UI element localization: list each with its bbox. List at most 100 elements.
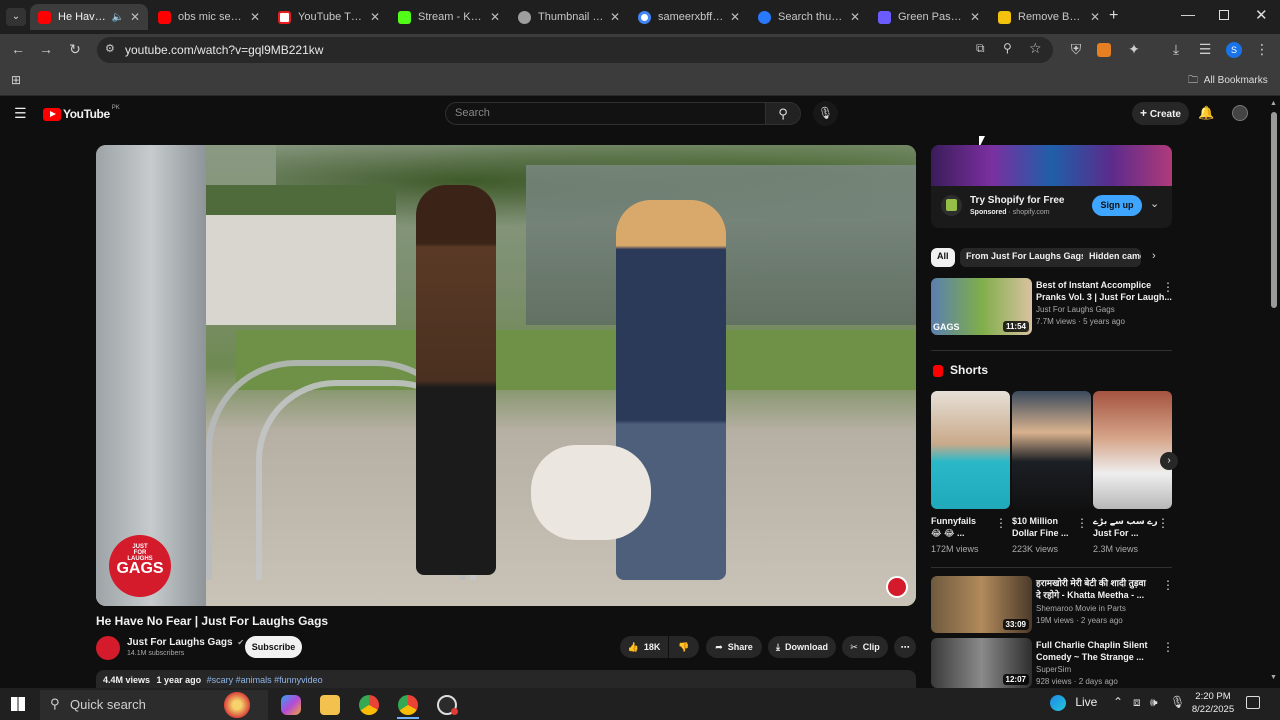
more-actions-button[interactable]: ⋯ xyxy=(894,636,916,658)
like-button[interactable]: 👍 18K xyxy=(620,636,668,658)
search-input[interactable]: Search xyxy=(445,102,765,125)
channel-branding-icon[interactable] xyxy=(886,576,908,598)
recommended-channel[interactable]: Just For Laughs Gags xyxy=(1036,304,1115,315)
short-title[interactable]: تمہارے سب سے بڑے...| Just For ... xyxy=(1093,515,1157,539)
sponsored-ad-card[interactable]: Try Shopify for Free Sponsored · shopify… xyxy=(931,145,1172,228)
chip-all[interactable]: All xyxy=(931,248,955,267)
tab-close-icon[interactable]: ✕ xyxy=(130,10,140,24)
browser-tab[interactable]: Green Passive ✕ xyxy=(870,4,988,30)
bookmark-star-icon[interactable]: ☆ xyxy=(1029,40,1042,57)
account-avatar[interactable] xyxy=(1232,105,1248,121)
taskbar-search-input[interactable]: ⚲ Quick search xyxy=(40,690,268,720)
forward-icon[interactable]: → xyxy=(36,41,56,57)
browser-tab[interactable]: obs mic settin ✕ xyxy=(150,4,268,30)
chrome-menu-icon[interactable]: ⋮ xyxy=(1252,41,1272,58)
extensions-puzzle-icon[interactable]: ✦ xyxy=(1124,41,1144,58)
recommended-title[interactable]: Full Charlie Chaplin Silent Comedy ~ The… xyxy=(1036,639,1148,663)
tray-chevron-icon[interactable]: ⌃ xyxy=(1113,695,1123,709)
search-button[interactable]: ⚲ xyxy=(765,102,801,125)
scroll-down-arrow-icon[interactable]: ▼ xyxy=(1270,674,1277,681)
download-icon[interactable]: ⤓ xyxy=(1166,41,1186,58)
subscribe-button[interactable]: Subscribe xyxy=(245,636,302,658)
more-vertical-icon[interactable]: ⋮ xyxy=(1076,516,1088,530)
apps-grid-icon[interactable]: ⊞ xyxy=(6,73,26,87)
all-bookmarks-button[interactable]: 🗀 All Bookmarks xyxy=(1188,73,1268,90)
tab-close-icon[interactable]: ✕ xyxy=(970,10,980,24)
clock[interactable]: 2:20 PM 8/22/2025 xyxy=(1186,690,1240,716)
tab-close-icon[interactable]: ✕ xyxy=(370,10,380,24)
hamburger-menu-icon[interactable]: ☰ xyxy=(14,105,27,122)
short-thumbnail[interactable] xyxy=(1093,391,1172,509)
browser-tab[interactable]: sameerxbff - G ✕ xyxy=(630,4,748,30)
tab-close-icon[interactable]: ✕ xyxy=(250,10,260,24)
minimize-icon[interactable]: — xyxy=(1181,6,1195,22)
tab-close-icon[interactable]: ✕ xyxy=(610,10,620,24)
weather-widget[interactable]: Live xyxy=(1050,695,1097,711)
recommended-channel[interactable]: Shemaroo Movie in Parts xyxy=(1036,603,1126,614)
browser-tab[interactable]: Search thumb ✕ xyxy=(750,4,868,30)
youtube-logo[interactable]: YouTube PK xyxy=(43,105,120,121)
tab-close-icon[interactable]: ✕ xyxy=(490,10,500,24)
share-button[interactable]: ➦ Share xyxy=(706,636,762,658)
shield-extension-icon[interactable]: ⛨ xyxy=(1066,41,1086,58)
recommended-thumbnail[interactable]: 12:07 xyxy=(931,638,1032,688)
create-button[interactable]: + Create xyxy=(1132,102,1189,125)
new-tab-icon[interactable]: + xyxy=(1109,7,1118,25)
recommended-title[interactable]: Best of Instant Accomplice Pranks Vol. 3… xyxy=(1036,279,1172,303)
more-vertical-icon[interactable]: ⋮ xyxy=(1162,280,1174,294)
site-info-icon[interactable]: ⚙ xyxy=(105,42,115,55)
tab-close-icon[interactable]: ✕ xyxy=(850,10,860,24)
more-vertical-icon[interactable]: ⋮ xyxy=(1162,640,1174,654)
network-icon[interactable]: ⧈ xyxy=(1133,695,1141,710)
shorts-next-button[interactable]: › xyxy=(1160,452,1178,470)
browser-tab[interactable]: He Have N 🔈 ✕ xyxy=(30,4,148,30)
voice-search-button[interactable]: 🎙 xyxy=(813,101,838,126)
download-button[interactable]: ⤓ Download xyxy=(768,636,836,658)
restore-icon[interactable] xyxy=(1219,10,1229,20)
short-title[interactable]: Funnyfails 😂 😂 ... xyxy=(931,515,995,539)
short-thumbnail[interactable] xyxy=(1012,391,1091,509)
volume-icon[interactable]: 🕪 xyxy=(1150,695,1158,710)
install-app-icon[interactable]: ⧉ xyxy=(976,41,985,56)
close-window-icon[interactable]: ✕ xyxy=(1255,6,1268,24)
clip-button[interactable]: ✂ Clip xyxy=(842,636,888,658)
browser-tab[interactable]: Stream - Kick ✕ xyxy=(390,4,508,30)
profile-avatar[interactable]: S xyxy=(1226,42,1242,58)
recommended-thumbnail[interactable]: 33:09 xyxy=(931,576,1032,633)
recommended-channel[interactable]: SuperSim xyxy=(1036,664,1071,675)
browser-tab[interactable]: YouTube Thum ✕ xyxy=(270,4,388,30)
more-vertical-icon[interactable]: ⋮ xyxy=(1162,578,1174,592)
browser-tab[interactable]: Remove Backg ✕ xyxy=(990,4,1108,30)
scrollbar-thumb[interactable] xyxy=(1271,112,1277,308)
short-title[interactable]: $10 Million Dollar Fine ... xyxy=(1012,515,1076,539)
notifications-bell-icon[interactable]: 🔔 xyxy=(1198,105,1214,121)
dislike-button[interactable]: 👎 xyxy=(669,636,699,658)
more-vertical-icon[interactable]: ⋮ xyxy=(1157,516,1169,530)
browser-tab[interactable]: Thumbnail exp ✕ xyxy=(510,4,628,30)
chip-hidden-camera[interactable]: Hidden came xyxy=(1083,248,1141,267)
channel-avatar[interactable] xyxy=(96,636,120,660)
hashtags[interactable]: #scary #animals #funnyvideo xyxy=(207,675,323,685)
media-control-icon[interactable]: ☰ xyxy=(1195,41,1215,58)
windows-start-icon[interactable] xyxy=(11,697,25,711)
tab-close-icon[interactable]: ✕ xyxy=(1090,10,1100,24)
copilot-icon[interactable] xyxy=(281,695,301,715)
recommended-title[interactable]: हरामखोरी मेरी बेटी की शादी तुड़वा दे रहो… xyxy=(1036,577,1146,601)
address-bar[interactable]: ⚙ youtube.com/watch?v=gql9MB221kw ⧉ ⚲ ☆ xyxy=(97,37,1053,63)
chips-next-chevron-icon[interactable]: › xyxy=(1152,250,1156,262)
video-player[interactable]: JUST FOR LAUGHS GAGS xyxy=(96,145,916,606)
microphone-tray-icon[interactable]: 🎙 xyxy=(1170,695,1185,709)
chrome-active-icon[interactable] xyxy=(398,695,418,715)
chrome-icon[interactable] xyxy=(359,695,379,715)
reload-icon[interactable]: ↻ xyxy=(65,41,85,58)
page-scrollbar[interactable]: ▲ ▼ xyxy=(1270,100,1278,686)
zoom-icon[interactable]: ⚲ xyxy=(1003,41,1012,55)
file-explorer-icon[interactable] xyxy=(320,695,340,715)
ad-expand-chevron-icon[interactable]: ⌄ xyxy=(1150,197,1159,210)
tab-search-dropdown[interactable]: ⌄ xyxy=(6,8,26,26)
ad-signup-button[interactable]: Sign up xyxy=(1092,195,1142,216)
notifications-icon[interactable] xyxy=(1246,696,1260,709)
scroll-up-arrow-icon[interactable]: ▲ xyxy=(1270,100,1277,107)
back-icon[interactable]: ← xyxy=(8,41,28,57)
chip-from-channel[interactable]: From Just For Laughs Gags xyxy=(960,248,1093,267)
